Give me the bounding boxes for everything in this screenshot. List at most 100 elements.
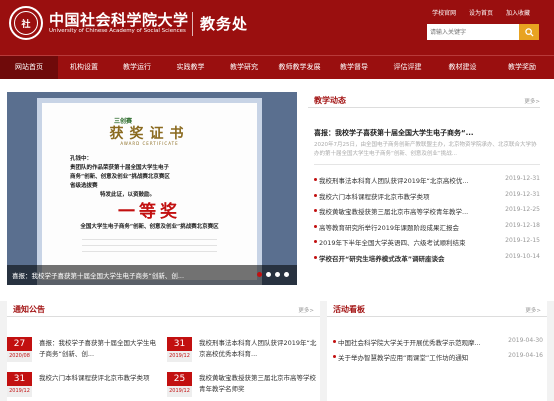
news-divider [314, 164, 540, 165]
slider-caption[interactable]: 喜报：我校学子喜获第十届全国大学生电子商务“创新、创... [12, 270, 212, 280]
slider-dot[interactable] [275, 272, 280, 277]
news-item-title[interactable]: 学校召开“研究生培养模式改革”调研座谈会 [319, 253, 504, 263]
site-header: 社 中国社会科学院大学 University of Chinese Academ… [0, 0, 554, 55]
nav-teaching-award[interactable]: 教学奖励 [490, 56, 554, 79]
activity-more-link[interactable]: 更多> [525, 306, 541, 314]
seal-glyph: 社 [14, 11, 38, 35]
nav-organization[interactable]: 机构设置 [58, 56, 110, 79]
bullet-icon [333, 355, 336, 358]
nav-textbook[interactable]: 教材建设 [435, 56, 490, 79]
header-divider [192, 12, 193, 36]
notice-text[interactable]: 我校六门本科课程获评北京市教学类项 [39, 373, 159, 384]
news-item[interactable]: 学校召开“研究生培养模式改革”调研座谈会 2019-10-14 [314, 253, 540, 269]
notice-item[interactable]: 25 2019/12 我校黄敏宝教授获第三届北京市高等学校青年教学名师奖 [167, 372, 317, 400]
bullet-icon [314, 255, 317, 259]
certificate-rule [82, 251, 217, 252]
activity-item[interactable]: 关于举办智慧教学应用“雨课堂”工作坊的通知 2019-04-16 [333, 352, 543, 364]
notice-item[interactable]: 31 2019/12 我校六门本科课程获评北京市教学类项 [7, 372, 157, 400]
news-item-date: 2019-12-15 [505, 237, 540, 244]
news-item-title[interactable]: 我校黄敏宝教授获第三届北京市高等学校青年教学... [319, 206, 504, 216]
news-item-date: 2019-12-31 [505, 190, 540, 198]
activity-item-title[interactable]: 关于举办智慧教学应用“雨课堂”工作坊的通知 [338, 352, 508, 362]
certificate-line: 孔钱中： [70, 156, 93, 162]
notice-date-box: 25 2019/12 [167, 372, 192, 397]
university-seal-logo[interactable]: 社 [9, 6, 43, 40]
news-item-title[interactable]: 我校六门本科课程获评北京市教学类项 [319, 191, 504, 201]
news-item[interactable]: 我校黄敏宝教授获第三届北京市高等学校青年教学... 2019-12-25 [314, 206, 540, 222]
search-icon [524, 27, 534, 37]
news-item-date: 2019-12-25 [505, 206, 540, 213]
bullet-icon [314, 193, 317, 197]
activity-title: 活动看板 [333, 305, 365, 314]
certificate-line: 贵团队的作品荣获第十届全国大学生电子 [70, 165, 170, 171]
news-item[interactable]: 我校刑事法本科育人团队获评2019年“北京高校优... 2019-12-31 [314, 175, 540, 191]
teaching-news-panel: 教学动态 更多> 喜报：我校学子喜获第十届全国大学生电子商务“... 2020年… [308, 92, 540, 282]
certificate-body: 孔钱中： 贵团队的作品荣获第十届全国大学生电子 商务“创新、创意及创业”挑战赛北… [70, 155, 230, 200]
news-item-title[interactable]: 我校刑事法本科育人团队获评2019年“北京高校优... [319, 175, 504, 185]
nav-home[interactable]: 网站首页 [0, 56, 58, 79]
news-headline[interactable]: 喜报：我校学子喜获第十届全国大学生电子商务“... [314, 128, 474, 138]
university-name-en: University of Chinese Academy of Social … [49, 28, 186, 34]
notice-date-box: 27 2020/08 [7, 337, 32, 362]
bullet-icon [314, 178, 317, 181]
slider-dots [253, 272, 289, 277]
nav-teaching-supervision[interactable]: 教学督导 [328, 56, 380, 79]
search-button[interactable] [519, 24, 539, 40]
news-item[interactable]: 2019年下半年全国大学英语四、六级考试顺利结束 2019-12-15 [314, 237, 540, 253]
news-more-link[interactable]: 更多> [524, 97, 540, 105]
notice-item[interactable]: 31 2019/12 我校刑事法本科育人团队获评2019年“北京高校优秀本科育.… [167, 337, 317, 365]
top-links: 学校官网 设为首页 加入收藏 [421, 8, 530, 17]
notice-item[interactable]: 27 2020/08 喜报：我校学子喜获第十届全国大学生电子商务“创新、创... [7, 337, 157, 365]
slider-caption-bar: 喜报：我校学子喜获第十届全国大学生电子商务“创新、创... [7, 265, 297, 285]
certificate-rule [82, 245, 217, 246]
link-add-favorite[interactable]: 加入收藏 [506, 10, 530, 17]
bullet-icon [333, 340, 336, 343]
notice-title: 通知公告 [13, 305, 45, 314]
search-input[interactable] [427, 24, 519, 40]
news-item-title[interactable]: 高等教育研究所举行2019年课题阶段成果汇报会 [319, 222, 504, 232]
news-title: 教学动态 [314, 96, 346, 105]
activity-item[interactable]: 中国社会科学院大学关于开展优秀教学示范观摩... 2019-04-30 [333, 337, 543, 349]
news-item[interactable]: 高等教育研究所举行2019年课题阶段成果汇报会 2019-12-18 [314, 222, 540, 238]
news-item[interactable]: 我校六门本科课程获评北京市教学类项 2019-12-31 [314, 191, 540, 207]
notice-date-box: 31 2019/12 [167, 337, 192, 362]
nav-evaluation[interactable]: 评估评建 [380, 56, 435, 79]
news-item-title[interactable]: 2019年下半年全国大学英语四、六级考试顺利结束 [319, 237, 504, 247]
notice-day: 27 [7, 337, 32, 351]
notice-text[interactable]: 喜报：我校学子喜获第十届全国大学生电子商务“创新、创... [39, 338, 159, 360]
slider-dot[interactable] [266, 272, 271, 277]
notice-text[interactable]: 我校刑事法本科育人团队获评2019年“北京高校优秀本科育... [199, 338, 319, 360]
notice-date-box: 31 2019/12 [7, 372, 32, 397]
office-title: 教务处 [200, 15, 249, 33]
news-summary: 2020年7月25日，由全国电子商务创新产教联盟主办，北京物资学院承办、北京联合… [314, 142, 537, 157]
activity-item-title[interactable]: 中国社会科学院大学关于开展优秀教学示范观摩... [338, 337, 508, 347]
notice-text[interactable]: 我校黄敏宝教授获第三届北京市高等学校青年教学名师奖 [199, 373, 319, 395]
nav-teacher-development[interactable]: 教师教学发展 [271, 56, 328, 79]
notice-panel: 通知公告 更多> 27 2020/08 喜报：我校学子喜获第十届全国大学生电子商… [7, 301, 320, 401]
notice-more-link[interactable]: 更多> [298, 306, 314, 314]
university-name-cn[interactable]: 中国社会科学院大学 [49, 9, 189, 30]
nav-teaching-operation[interactable]: 教学运行 [110, 56, 164, 79]
notice-year-month: 2019/12 [167, 386, 192, 397]
notice-year-month: 2019/12 [167, 351, 192, 362]
news-item-date: 2019-12-18 [505, 221, 540, 229]
slider-dot[interactable] [284, 272, 289, 277]
certificate-line: 商务“创新、创意及创业”挑战赛北京赛区 [70, 174, 170, 180]
activity-item-date: 2019-04-16 [508, 352, 543, 359]
award-certificate-image: 三创赛 获奖证书 AWARD CERTIFICATE 孔钱中： 贵团队的作品荣获… [37, 98, 262, 285]
news-item-date: 2019-10-14 [505, 252, 540, 260]
slider-dot[interactable] [257, 272, 262, 277]
notice-day: 25 [167, 372, 192, 386]
nav-practice-teaching[interactable]: 实践教学 [164, 56, 217, 79]
certificate-rule [82, 239, 217, 240]
main-nav: 网站首页 机构设置 教学运行 实践教学 教学研究 教师教学发展 教学督导 评估评… [0, 55, 554, 79]
link-set-homepage[interactable]: 设为首页 [469, 10, 493, 17]
link-school-site[interactable]: 学校官网 [432, 10, 456, 17]
activity-panel: 活动看板 更多> 中国社会科学院大学关于开展优秀教学示范观摩... 2019-0… [327, 301, 547, 401]
news-list: 我校刑事法本科育人团队获评2019年“北京高校优... 2019-12-31 我… [314, 175, 540, 268]
certificate-title: 获奖证书 [109, 126, 190, 142]
activity-header: 活动看板 更多> [327, 301, 547, 317]
image-slider[interactable]: 三创赛 获奖证书 AWARD CERTIFICATE 孔钱中： 贵团队的作品荣获… [7, 92, 297, 285]
nav-teaching-research[interactable]: 教学研究 [217, 56, 271, 79]
notice-day: 31 [7, 372, 32, 386]
